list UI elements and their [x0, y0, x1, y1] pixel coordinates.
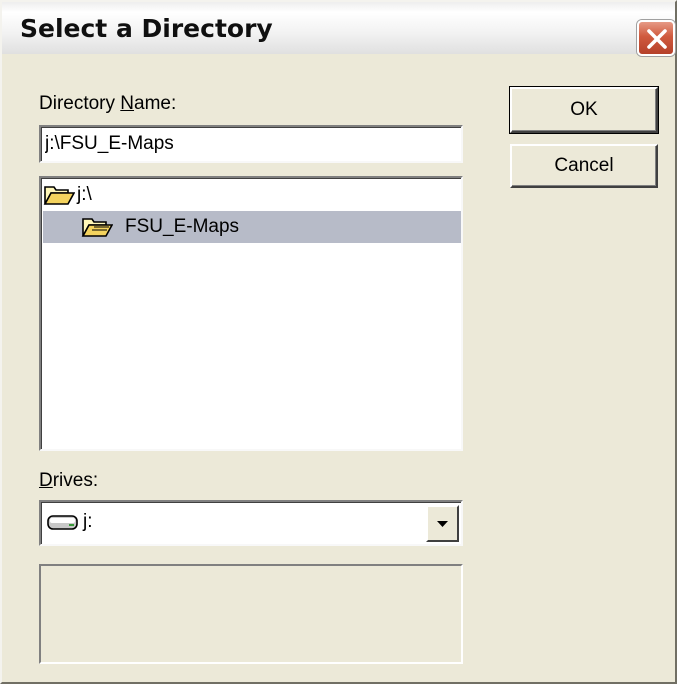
directory-name-label-accel: N	[120, 93, 135, 114]
drives-dropdown-button[interactable]	[426, 505, 459, 542]
directory-tree[interactable]: j:\ FSU_E-Maps	[39, 176, 463, 451]
open-folder-icon	[43, 186, 75, 205]
drives-label-suffix: rives:	[52, 470, 99, 491]
drives-selected-value: j:	[83, 511, 93, 532]
directory-name-label-prefix: Directory	[39, 93, 121, 114]
cancel-button[interactable]: Cancel	[510, 144, 658, 188]
directory-name-input[interactable]	[39, 125, 463, 163]
directory-name-label: Directory Name:	[39, 93, 176, 115]
tree-item-label: FSU_E-Maps	[125, 216, 240, 237]
directory-name-label-suffix: ame:	[134, 93, 177, 114]
close-button[interactable]	[637, 20, 675, 56]
select-directory-dialog: Select a Directory Directory Name: j:\ F…	[0, 0, 677, 684]
tree-item-root[interactable]: j:\	[43, 179, 461, 211]
drives-combobox[interactable]: j:	[39, 500, 463, 546]
drives-label: Drives:	[39, 470, 98, 492]
drive-icon	[47, 515, 78, 530]
tree-item-fsu-e-maps[interactable]: FSU_E-Maps	[43, 211, 461, 243]
drives-label-accel: D	[39, 470, 53, 491]
close-icon	[647, 29, 667, 49]
network-panel	[39, 564, 463, 664]
dialog-title: Select a Directory	[20, 14, 273, 43]
title-bar[interactable]: Select a Directory	[2, 2, 675, 56]
ok-button[interactable]: OK	[509, 86, 659, 134]
chevron-down-icon	[437, 521, 448, 527]
open-folder-icon	[81, 218, 113, 237]
tree-item-label: j:\	[77, 184, 92, 205]
